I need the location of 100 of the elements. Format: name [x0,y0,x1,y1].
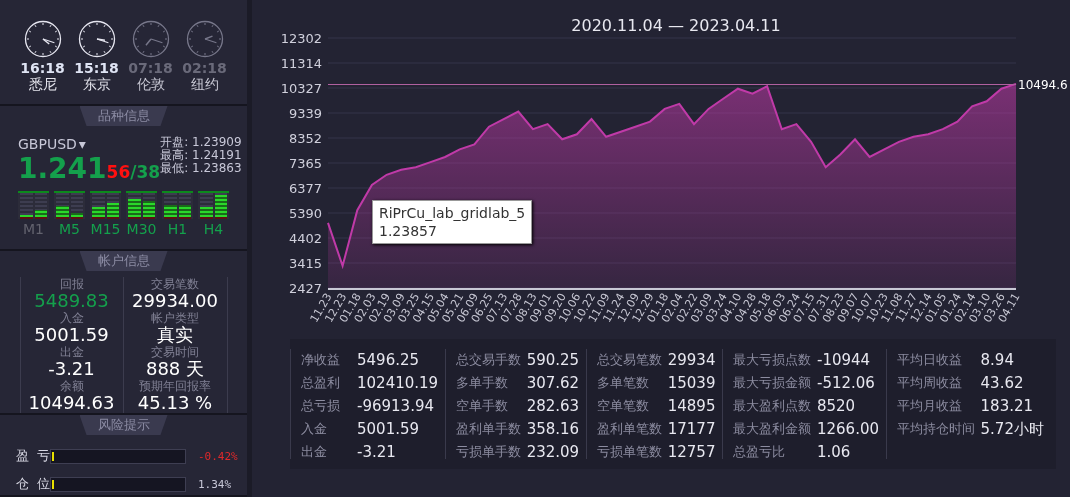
stat-value: -10944 [817,350,872,371]
stat-value: 183.21 [980,396,1035,417]
line-value-label: 10494.6 [1018,77,1068,92]
section-header: 风险提示 [79,415,168,435]
risk-value: -0.42% [198,449,238,463]
clock-icon [185,20,224,58]
stat-label: 总盈利 [301,374,341,392]
stat-label: 空单笔数 [596,397,650,415]
quote-text: 最低: 1.23863 [160,162,242,175]
stat-label: 盈利单手数 [455,420,522,438]
stat-label: 空单手数 [455,397,509,415]
stat-label: 出金 [59,345,84,359]
stat-label: 盈利单笔数 [596,420,663,438]
tooltip-title: RiPrCu_lab_gridlab_5 [379,204,526,222]
stat-value: 358.16 [526,419,580,440]
timeframe-label: M1 [23,221,44,237]
stat-value: 5489.83 [34,291,109,311]
clock-time: 15:18 [74,60,119,76]
stat-value: 1.06 [817,442,852,463]
stat-label: 平均持仓时间 [896,420,976,438]
stat-value: 5.72小时 [980,419,1044,440]
timeframe-label: M5 [59,221,80,237]
stat-value: 14895 [667,396,716,417]
stat-label: 最大盈利金额 [733,420,812,438]
stat-label: 总亏损 [301,397,341,415]
stat-label: 平均周收益 [896,374,963,392]
risk-label: 仓 位 [16,475,48,493]
stat-label: 最大盈利点数 [733,397,812,415]
stat-label: 总盈亏比 [733,443,786,461]
bid-price: 1.241 [18,152,107,185]
stat-value: 29934.00 [132,291,218,311]
y-tick-label: 3415 [288,256,322,271]
y-tick-label: 11314 [280,56,322,71]
stat-label: 余额 [59,379,84,393]
stat-label: 平均月收益 [896,397,963,415]
stat-label: 回报 [59,277,84,291]
y-tick-label: 4402 [288,231,322,246]
stat-label: 亏损单笔数 [596,443,663,461]
risk-value: 1.34% [198,477,232,491]
stat-label: 总交易手数 [455,351,522,369]
stat-value: 8.94 [980,350,1015,371]
timeframe-label: H1 [167,221,188,237]
stat-label: 最大亏损点数 [733,351,812,369]
stat-label: 最大亏损金额 [733,374,812,392]
stat-label: 交易时间 [151,345,199,359]
stat-value: 5001.59 [357,419,421,440]
stat-value: 888 天 [145,359,205,379]
stat-value: 17177 [667,419,716,440]
tooltip-value: 1.23857 [379,222,438,240]
clock-time: 07:18 [128,60,173,76]
stat-value: 43.62 [980,373,1025,394]
section-header: 帐户信息 [79,251,168,271]
stat-value: 5001.59 [34,325,109,345]
stat-label: 总交易笔数 [596,351,663,369]
timeframe-label: M30 [126,221,157,237]
stat-value: 12757 [667,442,716,463]
stat-label: 平均日收益 [896,351,963,369]
y-tick-label: 10327 [280,81,322,96]
y-tick-label: 9339 [288,106,322,121]
quote-text: 开盘: 1.23909 [160,136,242,149]
stat-value: 45.13 % [137,393,213,413]
stat-value: -3.21 [48,359,95,379]
section-header: 品种信息 [79,106,168,126]
clock-icon [23,20,62,58]
y-tick-label: 2427 [288,281,322,296]
city-label: 东京 [82,76,111,94]
stat-value: 8520 [817,396,857,417]
stat-value: 10494.63 [28,393,115,413]
y-tick-label: 8352 [288,131,322,146]
stat-value: -96913.94 [357,396,435,417]
stat-value: 590.25 [526,350,580,371]
stat-label: 预期年回报率 [139,379,211,393]
city-label: 纽约 [190,76,219,94]
quote-text: 最高: 1.24191 [160,149,242,162]
stat-value: 真实 [157,325,193,345]
stat-value: 232.09 [526,442,580,463]
stat-label: 出金 [301,443,328,461]
clock-icon [131,20,170,58]
stat-value: 15039 [667,373,716,394]
symbol-dropdown[interactable]: GBPUSD▾ [18,136,86,152]
timeframe-label: M15 [90,221,121,237]
stat-value: 102410.19 [357,373,439,394]
timeframe-label: H4 [203,221,224,237]
clock-time: 02:18 [182,60,227,76]
y-tick-label: 7365 [288,156,322,171]
risk-label: 盈 亏 [16,447,48,465]
price-pips: 56 [106,162,131,182]
stat-label: 净收益 [301,351,341,369]
stat-label: 入金 [301,420,328,438]
clock-time: 16:18 [20,60,65,76]
y-tick-label: 12302 [280,31,322,46]
chart-title: 2020.11.04 — 2023.04.11 [571,16,781,35]
stat-value: 29934 [667,350,716,371]
stat-label: 交易笔数 [151,277,199,291]
clock-icon [77,20,116,58]
stat-value: 282.63 [526,396,580,417]
stat-label: 入金 [59,311,84,325]
stat-label: 多单笔数 [596,374,650,392]
stat-value: -512.06 [817,373,876,394]
price-fraction: /38 [130,162,161,182]
